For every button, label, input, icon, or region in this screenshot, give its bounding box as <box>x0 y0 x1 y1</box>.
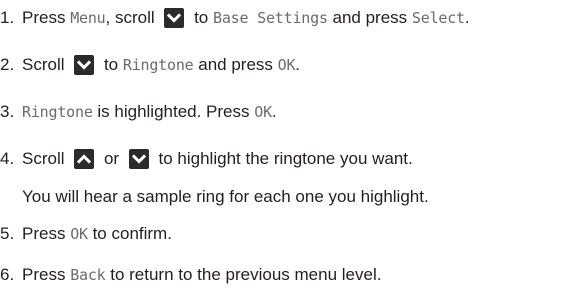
step-text: is highlighted. Press <box>92 102 255 121</box>
ok-key-label: OK <box>277 56 296 74</box>
step-1: 1. Press Menu , scroll to Base Settings … <box>0 5 470 31</box>
step-number: 3. <box>0 102 15 121</box>
chevron-up-icon <box>74 149 95 169</box>
step-6: 6. Press Back to return to the previous … <box>0 262 381 288</box>
menu-key-label: Menu <box>70 9 106 27</box>
step-text: . <box>464 8 470 27</box>
step-text: Press <box>22 224 71 243</box>
step-4: 4. Scroll or to highlight the ringtone y… <box>0 146 413 172</box>
step-3: 3. Ringtone is highlighted. Press OK . <box>0 99 277 125</box>
step-text: Scroll <box>22 55 70 74</box>
step-number: 2. <box>0 55 15 74</box>
step-text: to confirm. <box>87 224 172 243</box>
step-note-text: You will hear a sample ring for each one… <box>22 187 429 206</box>
step-number: 4. <box>0 149 15 168</box>
select-key-label: Select <box>411 9 465 27</box>
step-text: and press <box>327 8 412 27</box>
step-text: to highlight the ringtone you want. <box>153 149 413 168</box>
ok-key-label: OK <box>254 103 272 121</box>
step-text: , scroll <box>105 8 160 27</box>
ringtone-label: Ringtone <box>22 103 93 121</box>
step-5: 5. Press OK to confirm. <box>0 221 172 247</box>
ringtone-label: Ringtone <box>122 56 194 74</box>
step-text: . <box>295 55 301 74</box>
step-number: 6. <box>0 265 15 284</box>
chevron-down-icon <box>164 8 185 28</box>
back-key-label: Back <box>70 266 106 284</box>
chevron-down-icon <box>128 149 149 169</box>
ok-key-label: OK <box>70 225 88 243</box>
step-text: to <box>99 55 123 74</box>
step-text: Press <box>22 8 71 27</box>
step-number: 1. <box>0 8 15 27</box>
step-4-note: You will hear a sample ring for each one… <box>22 184 429 210</box>
step-text: Scroll <box>22 149 70 168</box>
step-text: . <box>271 102 277 121</box>
step-text: Press <box>22 265 71 284</box>
step-text: or <box>99 149 124 168</box>
step-number: 5. <box>0 224 15 243</box>
step-text: and press <box>193 55 278 74</box>
step-text: to <box>189 8 213 27</box>
base-settings-label: Base Settings <box>212 9 328 27</box>
step-text: to return to the previous menu level. <box>105 265 382 284</box>
step-2: 2. Scroll to Ringtone and press OK . <box>0 52 300 78</box>
chevron-down-icon <box>74 55 95 75</box>
